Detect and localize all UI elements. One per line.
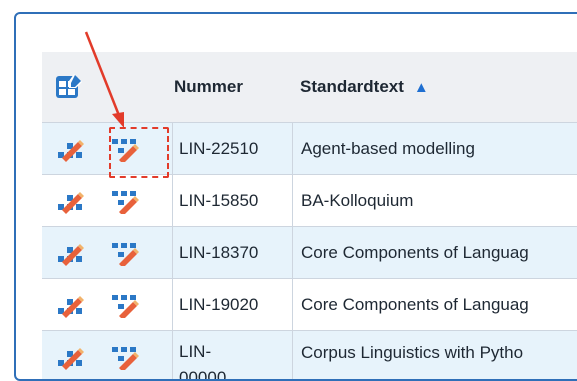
structure-edit-icon[interactable] [56, 344, 86, 370]
row-text-cell: Core Components of Languag [292, 279, 577, 330]
row-text: Corpus Linguistics with Pytho [301, 343, 524, 362]
row-number: LIN-18370 [179, 242, 259, 262]
row-text-cell: Corpus Linguistics with Pytho [292, 331, 577, 379]
row-number: LIN-15850 [179, 190, 259, 210]
table-row[interactable]: LIN-19020 Core Components of Languag [42, 278, 577, 330]
column-header-number[interactable]: Nummer [172, 52, 292, 122]
table-row[interactable]: LIN-18370 Core Components of Languag [42, 226, 577, 278]
header-icon-cell [42, 52, 172, 122]
table-row[interactable]: LIN- 00000 Corpus Linguistics with Pytho [42, 330, 577, 381]
hierarchy-edit-icon[interactable] [110, 240, 140, 266]
row-text: Core Components of Languag [301, 242, 529, 262]
screenshot-frame: Nummer Standardtext ▲ LIN-22510 Agent-ba… [14, 12, 577, 381]
structure-edit-icon[interactable] [56, 188, 86, 214]
row-action-cell [42, 279, 172, 330]
row-number-cell: LIN-15850 [172, 175, 292, 226]
row-text: BA-Kolloquium [301, 190, 414, 210]
column-header-number-label: Nummer [174, 77, 243, 96]
row-number-cell: LIN-19020 [172, 279, 292, 330]
row-action-cell [42, 331, 172, 379]
structure-edit-icon[interactable] [56, 240, 86, 266]
row-action-cell [42, 227, 172, 278]
row-number: LIN-19020 [179, 294, 259, 314]
hierarchy-edit-icon[interactable] [110, 188, 140, 214]
hierarchy-edit-icon[interactable] [110, 292, 140, 318]
hierarchy-edit-icon[interactable] [110, 344, 140, 370]
structure-edit-icon[interactable] [56, 136, 86, 162]
results-table: Nummer Standardtext ▲ LIN-22510 Agent-ba… [42, 52, 577, 381]
column-header-text[interactable]: Standardtext ▲ [292, 52, 577, 122]
table-row[interactable]: LIN-15850 BA-Kolloquium [42, 174, 577, 226]
row-number-cell: LIN- 00000 [172, 331, 292, 381]
row-text-cell: Agent-based modelling [292, 123, 577, 174]
row-text-cell: Core Components of Languag [292, 227, 577, 278]
table-edit-icon[interactable] [54, 72, 84, 102]
row-number-cell: LIN-18370 [172, 227, 292, 278]
row-text: Core Components of Languag [301, 294, 529, 314]
table-header-row: Nummer Standardtext ▲ [42, 52, 577, 122]
structure-edit-icon[interactable] [56, 292, 86, 318]
row-text-cell: BA-Kolloquium [292, 175, 577, 226]
row-number-line2: 00000 [179, 368, 227, 381]
column-header-text-label: Standardtext [300, 77, 404, 96]
row-action-cell [42, 175, 172, 226]
annotation-highlight-box [109, 127, 169, 178]
row-text: Agent-based modelling [301, 138, 475, 158]
row-number: LIN-22510 [179, 138, 259, 158]
sort-ascending-icon[interactable]: ▲ [414, 79, 429, 96]
row-number: LIN- 00000 [175, 339, 227, 381]
row-number-cell: LIN-22510 [172, 123, 292, 174]
